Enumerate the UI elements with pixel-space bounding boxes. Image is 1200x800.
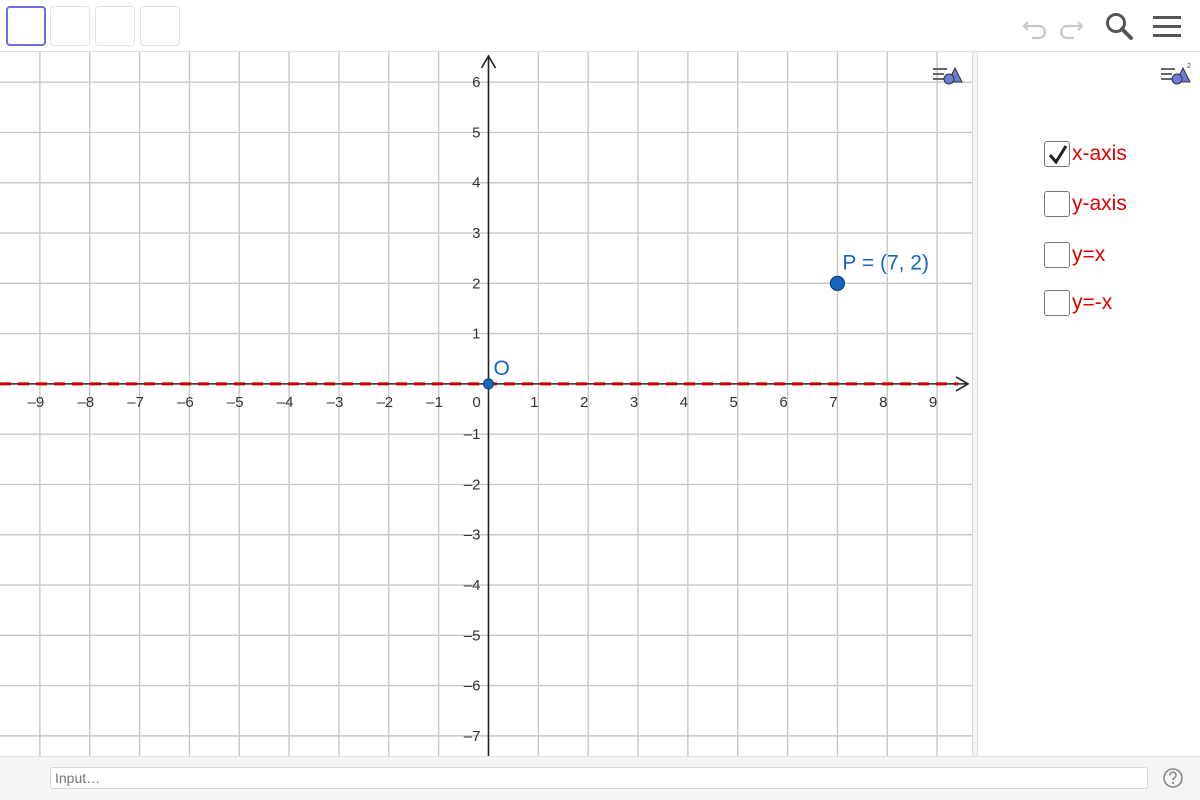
checkbox-label: y-axis [1072, 192, 1127, 215]
checkbox-y-equals-neg-x[interactable]: y=-x [1044, 287, 1112, 319]
x-tick-label: –2 [376, 394, 393, 411]
graphics-view[interactable]: –9 –8 –7 –6 –5 –4 –3 –2 –1 0 1 2 3 4 5 6 7 8 9 1 2 3 4 5 6 –1 –2 –3… [0, 52, 972, 756]
x-tick-label: 8 [879, 394, 887, 411]
point-p [829, 275, 846, 291]
toolbar [0, 0, 1200, 52]
x-tick-label: 5 [730, 394, 738, 411]
tool-button-line[interactable] [95, 6, 135, 46]
x-tick-label: 3 [630, 394, 638, 411]
checkbox-y-axis[interactable]: y-axis [1044, 188, 1127, 220]
redo-icon[interactable] [1054, 10, 1088, 44]
x-tick-label: –8 [77, 394, 94, 411]
x-tick-label: –7 [127, 394, 144, 411]
y-tick-label: 1 [472, 326, 480, 343]
geogebra-app: –9 –8 –7 –6 –5 –4 –3 –2 –1 0 1 2 3 4 5 6 7 8 9 1 2 3 4 5 6 –1 –2 –3… [0, 0, 1200, 800]
checkbox-x-axis[interactable]: x-axis [1044, 138, 1127, 170]
x-tick-label: 1 [530, 394, 538, 411]
help-icon[interactable] [1162, 767, 1184, 789]
x-tick-label: 2 [580, 394, 588, 411]
y-tick-label: –4 [464, 577, 481, 594]
input-bar [0, 756, 1200, 800]
x-tick-label: –9 [28, 394, 45, 411]
x-tick-label: –3 [327, 394, 344, 411]
graphics-style-bar-icon[interactable] [930, 60, 964, 94]
checkbox-box[interactable] [1044, 141, 1070, 167]
checkbox-box[interactable] [1044, 191, 1070, 217]
y-tick-label: –1 [464, 426, 481, 443]
checkmark-icon [1048, 145, 1068, 165]
y-tick-label: –2 [464, 476, 481, 493]
tool-button-move[interactable] [6, 6, 46, 46]
algebra-input[interactable] [50, 767, 1148, 789]
x-tick-label: –5 [227, 394, 244, 411]
tool-button-polygon[interactable] [140, 6, 180, 46]
search-icon[interactable] [1102, 10, 1136, 44]
y-tick-label: –3 [464, 527, 481, 544]
checkbox-label: y=x [1072, 243, 1106, 266]
svg-text:2: 2 [1187, 63, 1191, 70]
checkbox-box[interactable] [1044, 242, 1070, 268]
y-tick-label: –7 [464, 728, 481, 745]
y-tick-label: –6 [464, 678, 481, 695]
y-tick-label: 4 [472, 175, 480, 192]
x-tick-label: –6 [177, 394, 194, 411]
y-tick-label: 5 [472, 124, 480, 141]
x-tick-label: –1 [426, 394, 443, 411]
x-tick-label: –4 [277, 394, 294, 411]
x-tick-label: 9 [929, 394, 937, 411]
y-tick-label: –5 [464, 627, 481, 644]
x-tick-label: 0 [472, 394, 480, 411]
panel-style-bar-icon[interactable]: 2 [1158, 60, 1192, 94]
y-tick-label: 3 [472, 225, 480, 242]
right-panel: 2 x-axis y-axis y=x y=-x [978, 52, 1200, 756]
x-tick-label: 6 [779, 394, 787, 411]
x-tick-label: 4 [680, 394, 688, 411]
point-origin [482, 378, 494, 390]
y-tick-label: 6 [472, 74, 480, 91]
checkbox-label: x-axis [1072, 142, 1127, 165]
coordinate-plane[interactable]: –9 –8 –7 –6 –5 –4 –3 –2 –1 0 1 2 3 4 5 6 7 8 9 1 2 3 4 5 6 –1 –2 –3… [0, 52, 972, 756]
point-p-label: P = (7, 2) [842, 251, 929, 274]
x-tick-label: 7 [829, 394, 837, 411]
point-origin-label: O [493, 357, 509, 380]
undo-icon[interactable] [1018, 10, 1052, 44]
y-tick-label: 2 [472, 275, 480, 292]
checkbox-label: y=-x [1072, 291, 1113, 314]
menu-icon[interactable] [1150, 10, 1184, 44]
checkbox-y-equals-x[interactable]: y=x [1044, 239, 1105, 271]
tool-button-point[interactable] [50, 6, 90, 46]
checkbox-box[interactable] [1044, 290, 1070, 316]
